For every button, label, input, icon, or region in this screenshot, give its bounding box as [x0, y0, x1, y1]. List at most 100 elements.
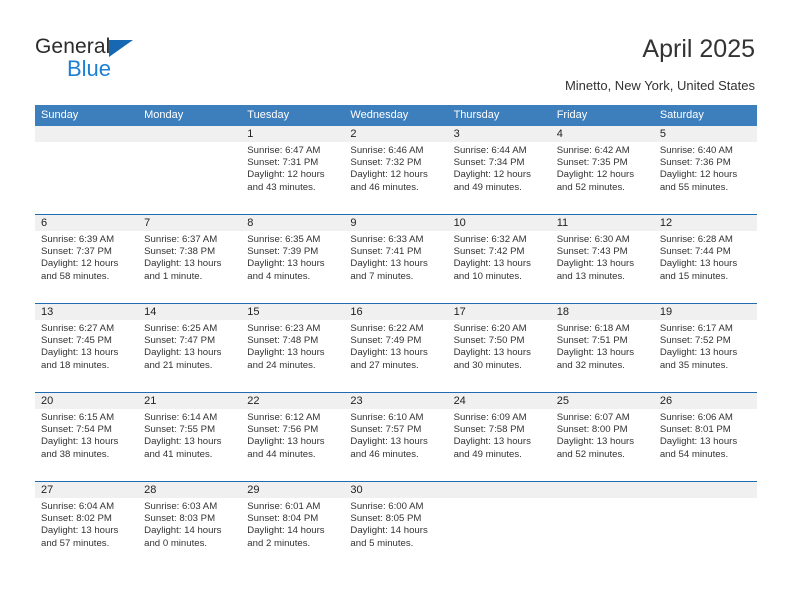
daylight-text-line2: and 57 minutes.	[41, 537, 110, 549]
calendar-day-cell[interactable]: 11 Sunrise: 6:30 AM Sunset: 7:43 PM Dayligh…	[550, 214, 654, 304]
sunrise-text: Sunrise: 6:17 AM	[659, 323, 733, 334]
day-number: 2	[344, 126, 448, 142]
day-sun-details: Sunrise: 6:30 AM Sunset: 7:43 PM Daylight:…	[551, 231, 654, 283]
weekday-header-monday: Monday	[138, 105, 242, 126]
calendar-day-cell[interactable]: 17 Sunrise: 6:20 AM Sunset: 7:50 PM Dayligh…	[447, 303, 551, 393]
day-sun-details: Sunrise: 6:12 AM Sunset: 7:56 PM Daylight:…	[241, 409, 344, 461]
calendar-day-cell[interactable]: 19 Sunrise: 6:17 AM Sunset: 7:52 PM Dayligh…	[653, 303, 757, 393]
calendar-table: Sunday Monday Tuesday Wednesday Thursday…	[35, 105, 757, 570]
sunset-text: Sunset: 7:57 PM	[350, 424, 422, 436]
daylight-text-line1: Daylight: 13 hours	[556, 258, 635, 270]
day-sun-details: Sunrise: 6:44 AM Sunset: 7:34 PM Daylight:…	[448, 142, 551, 194]
day-number: 11	[550, 215, 654, 231]
sunrise-text: Sunrise: 6:33 AM	[350, 234, 424, 245]
daylight-text-line1: Daylight: 13 hours	[556, 347, 635, 359]
calendar-day-cell[interactable]: 14 Sunrise: 6:25 AM Sunset: 7:47 PM Dayligh…	[138, 303, 242, 393]
day-number: 23	[344, 393, 448, 409]
calendar-day-cell[interactable]: 2 Sunrise: 6:46 AM Sunset: 7:32 PM Daylight…	[344, 126, 448, 215]
calendar-day-cell[interactable]: 27 Sunrise: 6:04 AM Sunset: 8:02 PM Dayligh…	[35, 481, 139, 570]
calendar-day-cell[interactable]: 25 Sunrise: 6:07 AM Sunset: 8:00 PM Dayligh…	[550, 392, 654, 482]
day-cell-inner: 26 Sunrise: 6:06 AM Sunset: 8:01 PM Dayligh…	[653, 393, 757, 481]
calendar-day-cell[interactable]: 7 Sunrise: 6:37 AM Sunset: 7:38 PM Daylight…	[138, 214, 242, 304]
calendar-day-cell[interactable]: 23 Sunrise: 6:10 AM Sunset: 7:57 PM Dayligh…	[344, 392, 448, 482]
day-sun-details: Sunrise: 6:04 AM Sunset: 8:02 PM Daylight:…	[35, 498, 138, 550]
day-sun-details: Sunrise: 6:28 AM Sunset: 7:44 PM Daylight:…	[654, 231, 757, 283]
daylight-text-line2: and 46 minutes.	[350, 448, 419, 460]
day-sun-details: Sunrise: 6:23 AM Sunset: 7:48 PM Daylight:…	[241, 320, 344, 372]
sunset-text: Sunset: 7:58 PM	[453, 424, 525, 436]
logo[interactable]: General Blue	[35, 36, 255, 88]
calendar-day-cell[interactable]: 8 Sunrise: 6:35 AM Sunset: 7:39 PM Daylight…	[241, 214, 345, 304]
calendar-day-cell[interactable]: 18 Sunrise: 6:18 AM Sunset: 7:51 PM Dayligh…	[550, 303, 654, 393]
calendar-day-cell[interactable]: 24 Sunrise: 6:09 AM Sunset: 7:58 PM Dayligh…	[447, 392, 551, 482]
sunrise-text: Sunrise: 6:04 AM	[41, 501, 115, 512]
daylight-text-line2: and 41 minutes.	[144, 448, 213, 460]
sunset-text: Sunset: 7:52 PM	[659, 335, 731, 347]
sunrise-text: Sunrise: 6:44 AM	[453, 145, 527, 156]
calendar-day-cell[interactable]: 29 Sunrise: 6:01 AM Sunset: 8:04 PM Dayligh…	[241, 481, 345, 570]
calendar-day-cell[interactable]: 26 Sunrise: 6:06 AM Sunset: 8:01 PM Dayligh…	[653, 392, 757, 482]
day-cell-inner: 1 Sunrise: 6:47 AM Sunset: 7:31 PM Daylight…	[241, 126, 345, 214]
day-cell-inner	[550, 482, 654, 570]
sunset-text: Sunset: 7:32 PM	[350, 157, 422, 169]
calendar-day-cell[interactable]: 20 Sunrise: 6:15 AM Sunset: 7:54 PM Dayligh…	[35, 392, 139, 482]
calendar-day-cell[interactable]: 9 Sunrise: 6:33 AM Sunset: 7:41 PM Daylight…	[344, 214, 448, 304]
daylight-text-line2: and 49 minutes.	[453, 448, 522, 460]
calendar-week-row: 13 Sunrise: 6:27 AM Sunset: 7:45 PM Dayligh…	[35, 303, 757, 393]
day-number: 10	[447, 215, 551, 231]
calendar-header-row: Sunday Monday Tuesday Wednesday Thursday…	[35, 105, 757, 126]
day-number: 24	[447, 393, 551, 409]
logo-top-row: General	[35, 36, 255, 59]
calendar-day-cell[interactable]: 6 Sunrise: 6:39 AM Sunset: 7:37 PM Daylight…	[35, 214, 139, 304]
calendar-day-cell[interactable]: 21 Sunrise: 6:14 AM Sunset: 7:55 PM Dayligh…	[138, 392, 242, 482]
daylight-text-line2: and 44 minutes.	[247, 448, 316, 460]
calendar-day-cell[interactable]: 3 Sunrise: 6:44 AM Sunset: 7:34 PM Daylight…	[447, 126, 551, 215]
daylight-text-line2: and 52 minutes.	[556, 448, 625, 460]
sunrise-text: Sunrise: 6:01 AM	[247, 501, 321, 512]
day-sun-details: Sunrise: 6:07 AM Sunset: 8:00 PM Daylight:…	[551, 409, 654, 461]
calendar-day-cell[interactable]: 12 Sunrise: 6:28 AM Sunset: 7:44 PM Dayligh…	[653, 214, 757, 304]
day-number: 6	[35, 215, 139, 231]
calendar-day-cell[interactable]: 22 Sunrise: 6:12 AM Sunset: 7:56 PM Dayligh…	[241, 392, 345, 482]
weekday-header-tuesday: Tuesday	[241, 105, 345, 126]
daylight-text-line1: Daylight: 14 hours	[350, 525, 428, 537]
sunset-text: Sunset: 7:37 PM	[41, 246, 112, 258]
day-number: 26	[653, 393, 757, 409]
day-cell-inner: 23 Sunrise: 6:10 AM Sunset: 7:57 PM Dayligh…	[344, 393, 448, 481]
calendar-empty-cell	[35, 126, 139, 215]
calendar-day-cell[interactable]: 5 Sunrise: 6:40 AM Sunset: 7:36 PM Daylight…	[653, 126, 757, 215]
day-number: 20	[35, 393, 139, 409]
sunset-text: Sunset: 7:38 PM	[144, 246, 216, 258]
sunset-text: Sunset: 7:51 PM	[556, 335, 628, 347]
day-number: 8	[241, 215, 345, 231]
day-sun-details: Sunrise: 6:27 AM Sunset: 7:45 PM Daylight:…	[35, 320, 138, 372]
sunrise-text: Sunrise: 6:46 AM	[350, 145, 424, 156]
day-number	[653, 482, 757, 498]
sunrise-text: Sunrise: 6:35 AM	[247, 234, 321, 245]
day-number: 19	[653, 304, 757, 320]
daylight-text-line1: Daylight: 13 hours	[247, 347, 325, 359]
daylight-text-line1: Daylight: 13 hours	[41, 525, 119, 537]
daylight-text-line2: and 10 minutes.	[453, 270, 522, 282]
calendar-day-cell[interactable]: 1 Sunrise: 6:47 AM Sunset: 7:31 PM Daylight…	[241, 126, 345, 215]
day-sun-details: Sunrise: 6:39 AM Sunset: 7:37 PM Daylight:…	[35, 231, 138, 283]
calendar-day-cell[interactable]: 15 Sunrise: 6:23 AM Sunset: 7:48 PM Dayligh…	[241, 303, 345, 393]
calendar-day-cell[interactable]: 10 Sunrise: 6:32 AM Sunset: 7:42 PM Dayligh…	[447, 214, 551, 304]
day-cell-inner: 15 Sunrise: 6:23 AM Sunset: 7:48 PM Dayligh…	[241, 304, 345, 392]
sunrise-text: Sunrise: 6:20 AM	[453, 323, 527, 334]
sunset-text: Sunset: 7:44 PM	[659, 246, 731, 258]
daylight-text-line1: Daylight: 13 hours	[350, 436, 428, 448]
day-cell-inner: 3 Sunrise: 6:44 AM Sunset: 7:34 PM Daylight…	[447, 126, 551, 214]
calendar-page: General Blue April 2025 Minetto, New Yor…	[0, 0, 792, 612]
day-cell-inner: 9 Sunrise: 6:33 AM Sunset: 7:41 PM Daylight…	[344, 215, 448, 303]
day-cell-inner	[447, 482, 551, 570]
calendar-day-cell[interactable]: 4 Sunrise: 6:42 AM Sunset: 7:35 PM Daylight…	[550, 126, 654, 215]
page-subtitle: Minetto, New York, United States	[564, 78, 755, 93]
day-number: 15	[241, 304, 345, 320]
sunset-text: Sunset: 7:31 PM	[247, 157, 319, 169]
calendar-day-cell[interactable]: 16 Sunrise: 6:22 AM Sunset: 7:49 PM Dayligh…	[344, 303, 448, 393]
calendar-day-cell[interactable]: 30 Sunrise: 6:00 AM Sunset: 8:05 PM Dayligh…	[344, 481, 448, 570]
calendar-day-cell[interactable]: 28 Sunrise: 6:03 AM Sunset: 8:03 PM Dayligh…	[138, 481, 242, 570]
sunrise-text: Sunrise: 6:30 AM	[556, 234, 630, 245]
calendar-day-cell[interactable]: 13 Sunrise: 6:27 AM Sunset: 7:45 PM Dayligh…	[35, 303, 139, 393]
